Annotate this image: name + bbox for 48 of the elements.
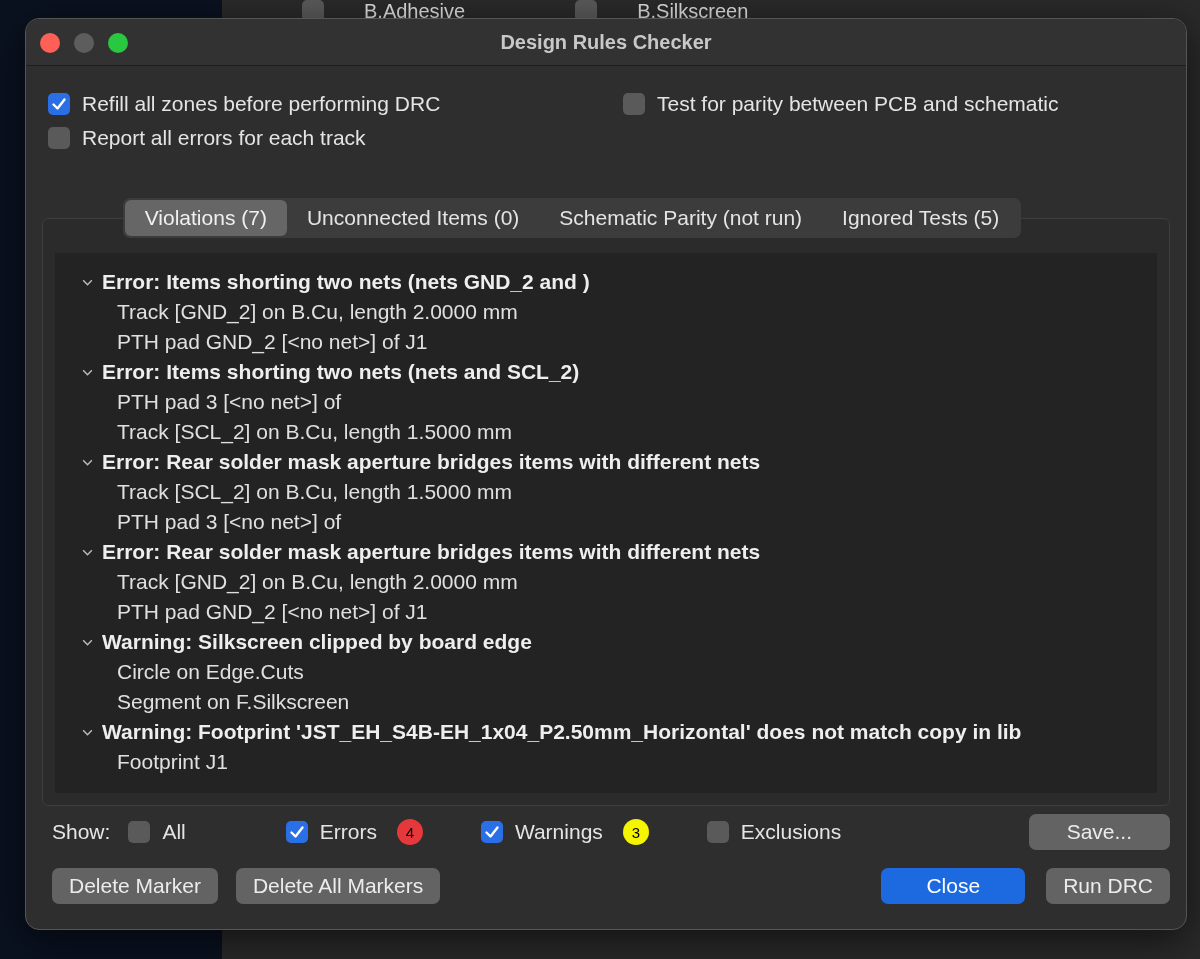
checkbox[interactable]	[48, 93, 70, 115]
show-label: Show:	[52, 820, 111, 844]
button[interactable]: Delete Marker	[52, 868, 218, 904]
checkbox-label: All	[162, 820, 186, 844]
tab[interactable]: Violations (7)	[124, 200, 287, 236]
layer-label: B.Adhesive	[364, 0, 466, 23]
layer-label: B.Silkscreen	[637, 0, 749, 23]
count-badge: 4	[396, 819, 423, 845]
checkbox-label: Warnings	[514, 820, 603, 844]
close-button[interactable]: Close	[881, 868, 1026, 904]
button[interactable]: Run DRC	[1046, 868, 1170, 904]
checkbox-label: Refill all zones before performing DRC	[82, 92, 441, 116]
checkbox-label: Report all errors for each track	[82, 126, 366, 150]
violation-item[interactable]: PTH pad 3 [<no net>] of	[81, 507, 1157, 537]
checkbox[interactable]	[706, 821, 729, 843]
count-badge: 3	[622, 819, 649, 845]
window-title: Design Rules Checker	[500, 30, 712, 54]
close-icon[interactable]	[40, 33, 60, 53]
violation-title[interactable]: Error: Items shorting two nets (nets and SCL_2)	[102, 360, 580, 384]
checkbox[interactable]	[128, 821, 151, 843]
violation-item[interactable]: Footprint J1	[81, 747, 1157, 777]
violation-title[interactable]: Warning: Footprint 'JST_EH_S4B-EH_1x04_P2.50mm_Horizontal' does not match copy in lib	[102, 720, 1022, 744]
save-button[interactable]: Save...	[1028, 814, 1170, 850]
violation-item[interactable]: Track [SCL_2] on B.Cu, length 1.5000 mm	[81, 477, 1157, 507]
checkbox-label: Errors	[319, 820, 377, 844]
violation-item[interactable]: Track [GND_2] on B.Cu, length 2.0000 mm	[81, 567, 1157, 597]
violation-title[interactable]: Error: Items shorting two nets (nets GND_2 and )	[102, 270, 590, 294]
checkbox[interactable]	[285, 821, 308, 843]
tab[interactable]: Ignored Tests (5)	[822, 200, 1020, 236]
violation-title[interactable]: Error: Rear solder mask aperture bridges items with different nets	[102, 450, 761, 474]
zoom-icon[interactable]	[108, 33, 128, 53]
violation-item[interactable]: PTH pad GND_2 [<no net>] of J1	[81, 327, 1157, 357]
violation-item[interactable]: Segment on F.Silkscreen	[81, 687, 1157, 717]
checkbox[interactable]	[48, 127, 70, 149]
violation-item[interactable]: Track [GND_2] on B.Cu, length 2.0000 mm	[81, 297, 1157, 327]
tab[interactable]: Unconnected Items (0)	[286, 200, 540, 236]
checkbox-label: Exclusions	[740, 820, 842, 844]
checkbox-label: Test for parity between PCB and schematic	[657, 92, 1059, 116]
button[interactable]: Delete All Markers	[235, 868, 441, 904]
checkbox[interactable]	[623, 93, 645, 115]
violation-title[interactable]: Error: Rear solder mask aperture bridges items with different nets	[102, 540, 761, 564]
tab[interactable]: Schematic Parity (not run)	[539, 200, 823, 236]
violation-item[interactable]: Circle on Edge.Cuts	[81, 657, 1157, 687]
violation-item[interactable]: PTH pad GND_2 [<no net>] of J1	[81, 597, 1157, 627]
violation-title[interactable]: Warning: Silkscreen clipped by board edge	[102, 630, 532, 654]
checkbox[interactable]	[480, 821, 503, 843]
violation-item[interactable]: Track [SCL_2] on B.Cu, length 1.5000 mm	[81, 417, 1157, 447]
violation-item[interactable]: PTH pad 3 [<no net>] of	[81, 387, 1157, 417]
